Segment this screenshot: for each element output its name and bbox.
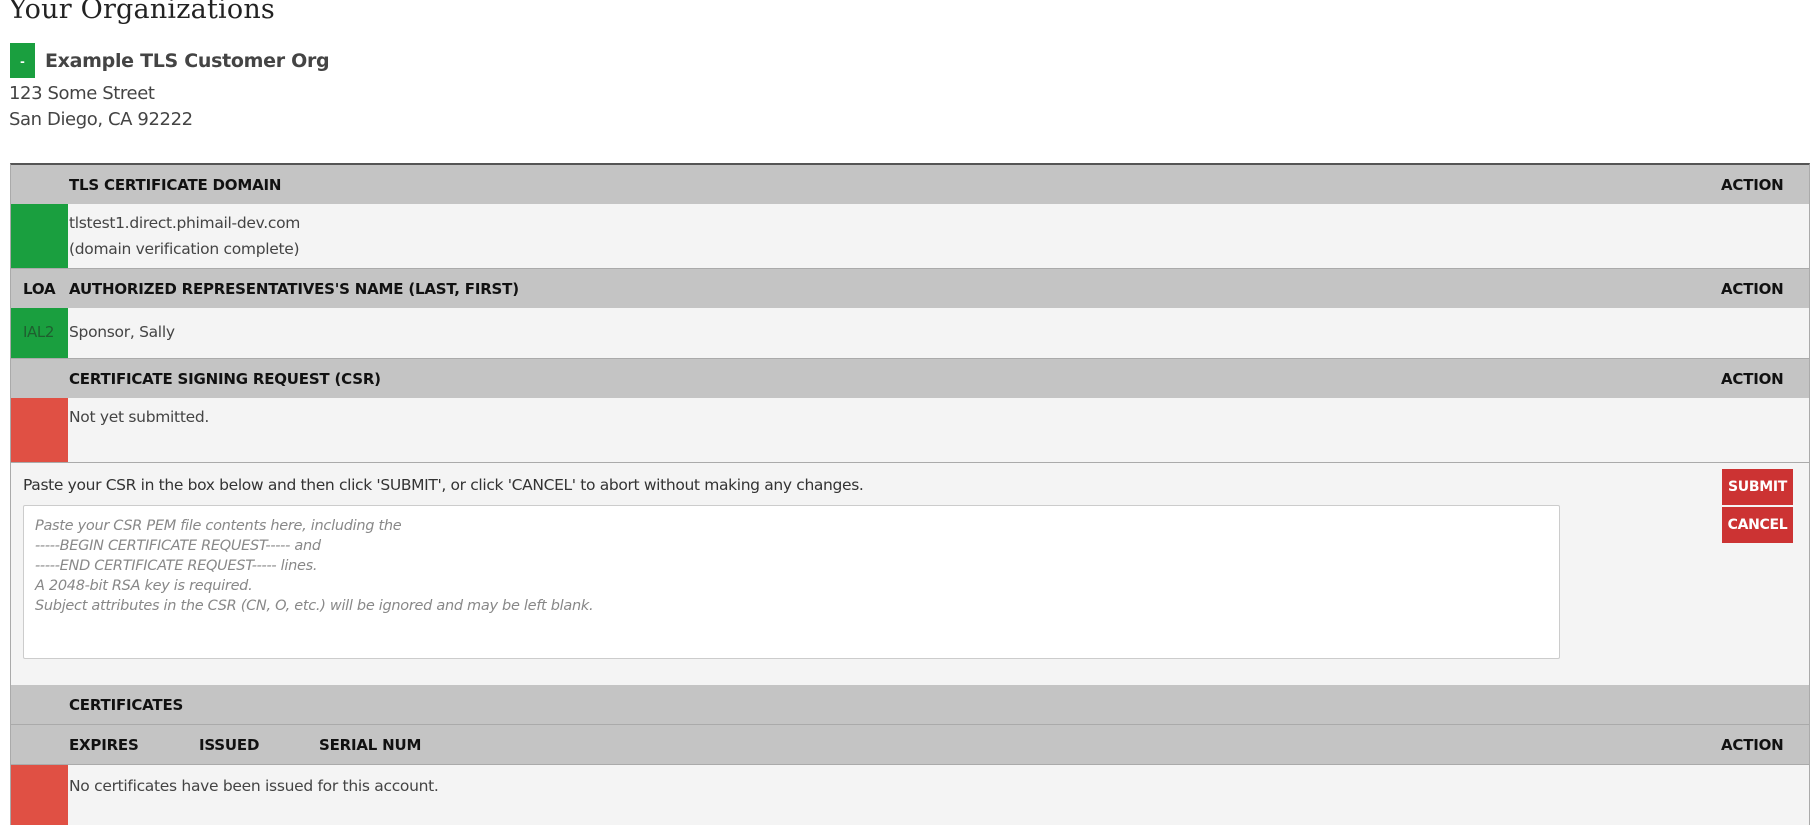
- certificates-columns-row: EXPIRES ISSUED SERIAL NUM ACTION: [11, 725, 1809, 765]
- representative-action-header: ACTION: [1721, 280, 1784, 298]
- loa-value: IAL2: [23, 323, 54, 341]
- representative-column-header: AUTHORIZED REPRESENTATIVES'S NAME (LAST,…: [69, 280, 519, 298]
- certificates-header: CERTIFICATES: [69, 696, 184, 714]
- serial-num-column-header: SERIAL NUM: [319, 736, 422, 754]
- representative-row: IAL2 Sponsor, Sally: [11, 308, 1809, 359]
- issued-column-header: ISSUED: [199, 736, 260, 754]
- domain-name: tlstest1.direct.phimail-dev.com: [69, 214, 301, 232]
- csr-column-header: CERTIFICATE SIGNING REQUEST (CSR): [69, 370, 381, 388]
- cancel-button[interactable]: CANCEL: [1722, 507, 1793, 543]
- collapse-org-button[interactable]: -: [10, 43, 35, 78]
- domain-verification-note: (domain verification complete): [69, 240, 300, 258]
- representative-name: Sponsor, Sally: [69, 323, 175, 341]
- loa-status-cell: IAL2: [11, 308, 68, 358]
- expires-column-header: EXPIRES: [69, 736, 139, 754]
- status-indicator-error: [11, 765, 68, 825]
- csr-status-row: Not yet submitted.: [11, 398, 1809, 463]
- address-line-2: San Diego, CA 92222: [9, 109, 193, 130]
- certificates-action-header: ACTION: [1721, 736, 1784, 754]
- status-indicator-error: [11, 398, 68, 462]
- csr-header-row: CERTIFICATE SIGNING REQUEST (CSR) ACTION: [11, 359, 1809, 399]
- organization-name: Example TLS Customer Org: [45, 49, 330, 72]
- page-title: Your Organizations: [9, 0, 275, 25]
- status-indicator-ok: [11, 204, 68, 268]
- domain-row: tlstest1.direct.phimail-dev.com (domain …: [11, 204, 1809, 269]
- organization-table: TLS CERTIFICATE DOMAIN ACTION tlstest1.d…: [10, 163, 1810, 825]
- organization-header: - Example TLS Customer Org: [10, 43, 330, 78]
- csr-action-header: ACTION: [1721, 370, 1784, 388]
- representative-header-row: LOA AUTHORIZED REPRESENTATIVES'S NAME (L…: [11, 269, 1809, 309]
- domain-column-header: TLS CERTIFICATE DOMAIN: [69, 176, 282, 194]
- domain-header-row: TLS CERTIFICATE DOMAIN ACTION: [11, 165, 1809, 205]
- csr-status-text: Not yet submitted.: [69, 408, 209, 426]
- submit-button[interactable]: SUBMIT: [1722, 469, 1793, 505]
- no-certificates-text: No certificates have been issued for thi…: [69, 777, 439, 795]
- certificates-header-row: CERTIFICATES: [11, 685, 1809, 725]
- loa-column-header: LOA: [23, 280, 56, 298]
- certificates-empty-row: No certificates have been issued for thi…: [11, 765, 1809, 825]
- csr-instructions: Paste your CSR in the box below and then…: [23, 476, 864, 494]
- csr-input[interactable]: [23, 505, 1560, 659]
- csr-form: Paste your CSR in the box below and then…: [11, 463, 1809, 685]
- domain-action-header: ACTION: [1721, 176, 1784, 194]
- address-line-1: 123 Some Street: [9, 83, 155, 104]
